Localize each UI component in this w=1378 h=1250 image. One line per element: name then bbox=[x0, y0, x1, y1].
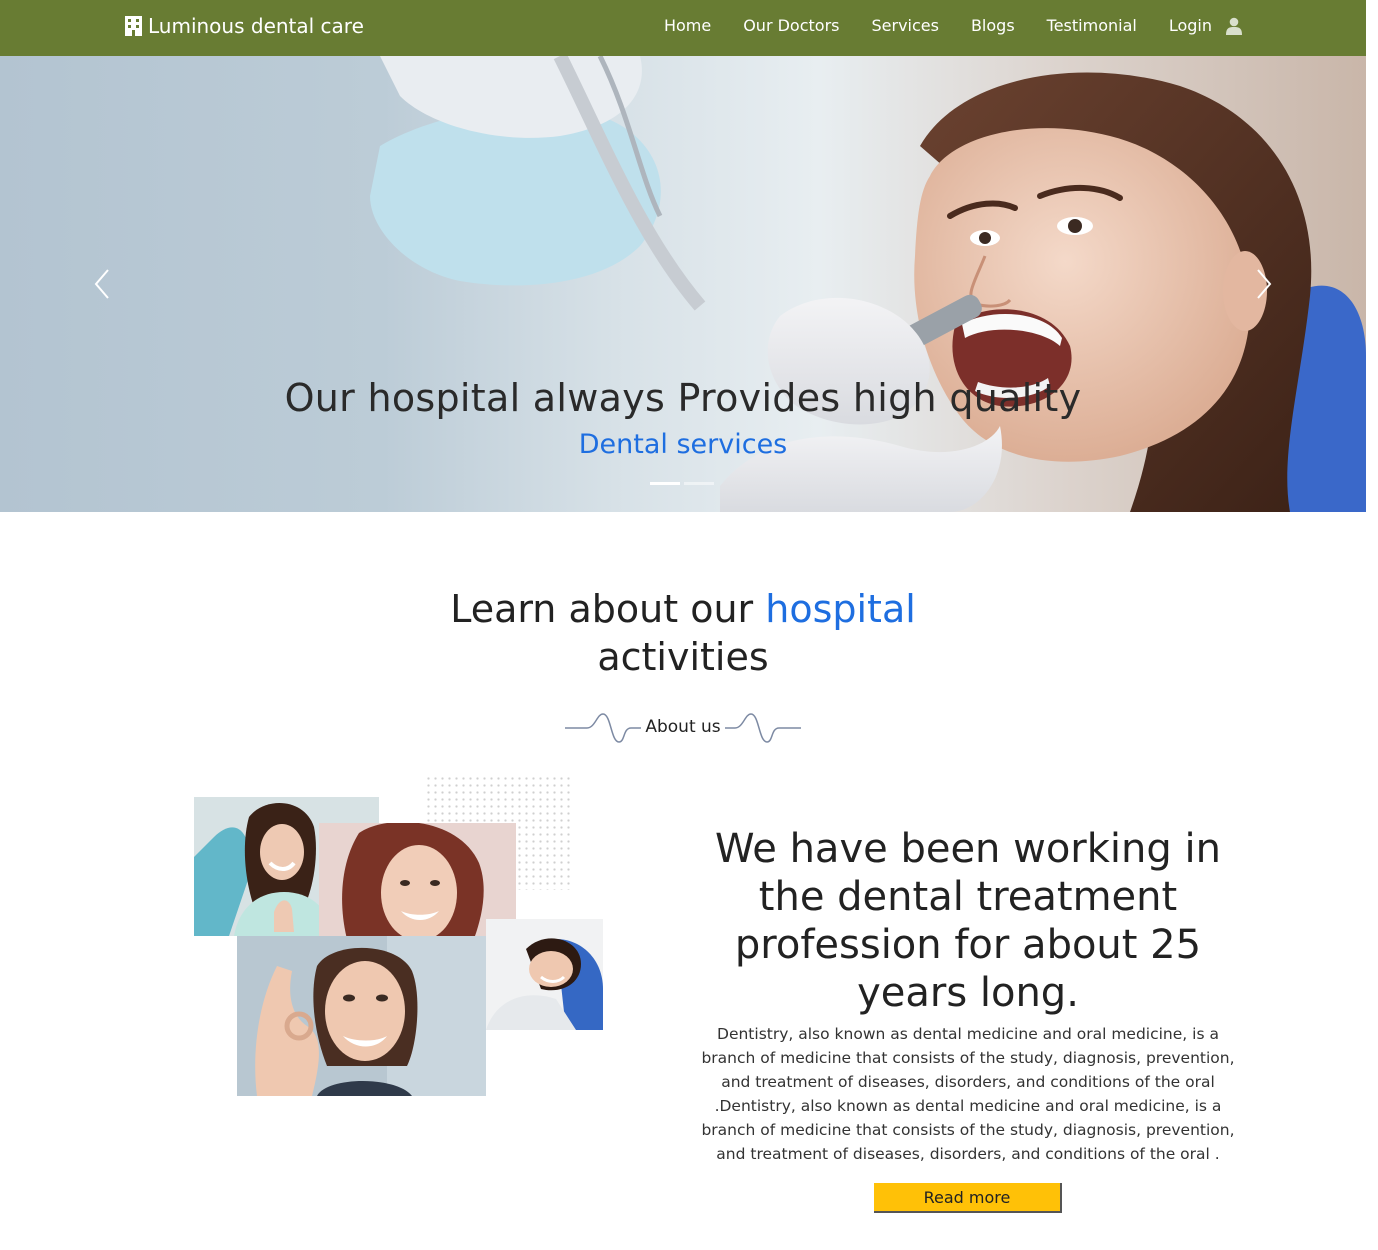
photo-reclining-patient bbox=[486, 919, 603, 1030]
carousel-indicators bbox=[650, 482, 718, 485]
carousel-indicator-1[interactable] bbox=[650, 482, 680, 485]
about-heading: We have been working in the dental treat… bbox=[715, 826, 1221, 1016]
hero-subtitle: Dental services bbox=[578, 429, 788, 460]
nav-links: Home Our Doctors Services Blogs Testimon… bbox=[664, 16, 1242, 35]
user-icon[interactable] bbox=[1226, 17, 1242, 35]
about-body-text: Dentistry, also known as dental medicine… bbox=[701, 1025, 1235, 1163]
section-title: Learn about our hospital activities bbox=[0, 585, 1366, 681]
nav-services[interactable]: Services bbox=[871, 16, 938, 35]
brand-name: Luminous dental care bbox=[148, 14, 364, 38]
hospital-building-icon bbox=[125, 16, 142, 36]
nav-home[interactable]: Home bbox=[664, 16, 711, 35]
patients-photo-collage bbox=[190, 775, 610, 1105]
brand-logo[interactable]: Luminous dental care bbox=[125, 14, 364, 38]
page-scrollbar[interactable] bbox=[1366, 0, 1378, 1250]
section-title-part1: Learn about our bbox=[450, 587, 754, 631]
photo-ok-gesture-woman bbox=[237, 936, 486, 1096]
nav-login[interactable]: Login bbox=[1169, 16, 1212, 35]
about-us-label: About us bbox=[565, 708, 801, 748]
section-title-part2: activities bbox=[597, 635, 769, 679]
top-navbar: Luminous dental care Home Our Doctors Se… bbox=[0, 0, 1366, 56]
nav-blogs[interactable]: Blogs bbox=[971, 16, 1015, 35]
hero-title: Our hospital always Provides high qualit… bbox=[284, 376, 1082, 420]
about-us-text: About us bbox=[645, 717, 721, 737]
chevron-left-icon[interactable] bbox=[90, 262, 114, 306]
read-more-button[interactable]: Read more bbox=[874, 1183, 1062, 1213]
section-title-accent: hospital bbox=[765, 587, 916, 631]
carousel-indicator-2[interactable] bbox=[684, 482, 714, 485]
nav-our-doctors[interactable]: Our Doctors bbox=[743, 16, 839, 35]
nav-testimonial[interactable]: Testimonial bbox=[1047, 16, 1137, 35]
hero-carousel: Our hospital always Provides high qualit… bbox=[0, 56, 1366, 512]
chevron-right-icon[interactable] bbox=[1252, 262, 1276, 306]
